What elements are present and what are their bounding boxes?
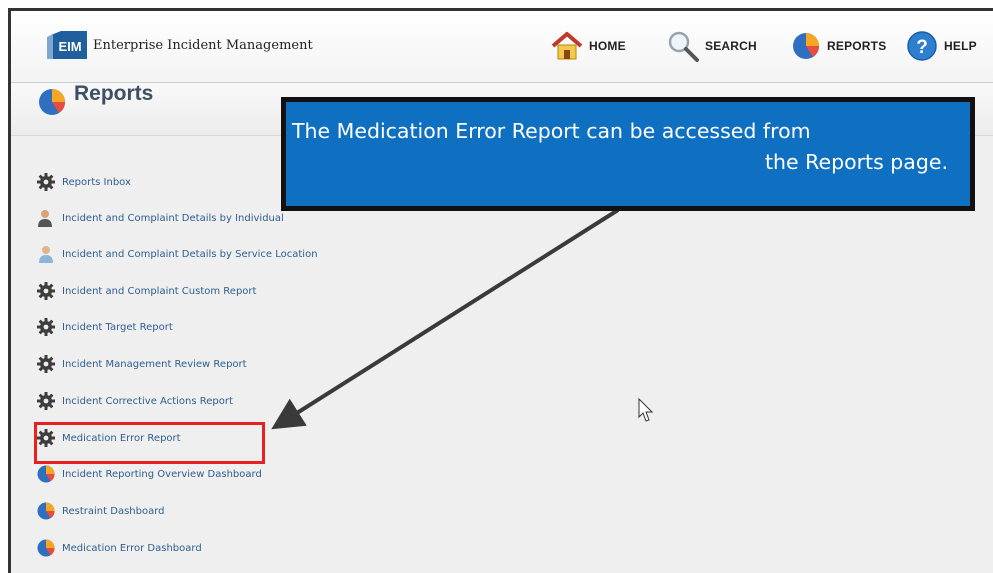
nav-reports-label: REPORTS <box>827 39 887 53</box>
nav-search-label: SEARCH <box>705 39 757 53</box>
report-link[interactable]: Incident and Complaint Details by Servic… <box>36 243 318 265</box>
callout-line-2: the Reports page. <box>764 150 948 174</box>
pie-chart-icon <box>793 33 820 59</box>
nav-home-label: HOME <box>589 39 626 53</box>
logo-text: EIM <box>58 39 81 54</box>
top-bar: EIM Enterprise Incident Management HOME … <box>11 11 993 83</box>
person-icon <box>36 208 56 228</box>
home-icon <box>551 32 583 60</box>
report-link[interactable]: Incident Management Review Report <box>36 353 247 375</box>
callout-line-1: The Medication Error Report can be acces… <box>292 119 811 143</box>
gear-icon <box>36 281 56 301</box>
nav-home[interactable]: HOME <box>551 29 626 63</box>
report-link[interactable]: Restraint Dashboard <box>36 500 165 522</box>
nav-help-label: HELP <box>944 39 977 53</box>
gear-icon <box>36 428 56 448</box>
report-link-label: Incident Management Review Report <box>62 358 247 370</box>
report-link-label: Incident Reporting Overview Dashboard <box>62 468 262 480</box>
gear-icon <box>36 391 56 411</box>
report-link-label: Restraint Dashboard <box>62 505 165 517</box>
pie-chart-icon <box>36 501 56 521</box>
report-link-label: Reports Inbox <box>62 176 131 188</box>
instruction-callout: The Medication Error Report can be acces… <box>281 97 975 211</box>
report-link[interactable]: Incident and Complaint Details by Indivi… <box>36 207 284 229</box>
report-link-label: Medication Error Dashboard <box>62 542 202 554</box>
report-link[interactable]: Incident Corrective Actions Report <box>36 390 233 412</box>
report-link-label: Incident and Complaint Details by Indivi… <box>62 212 284 224</box>
report-link[interactable]: Medication Error Dashboard <box>36 537 202 559</box>
report-link[interactable]: Incident Target Report <box>36 316 173 338</box>
report-link-label: Medication Error Report <box>62 432 181 444</box>
report-link-label: Incident Corrective Actions Report <box>62 395 233 407</box>
nav-help[interactable]: ? HELP <box>906 29 977 63</box>
report-link-label: Incident Target Report <box>62 321 173 333</box>
search-icon <box>668 31 699 62</box>
help-icon: ? <box>907 31 937 61</box>
page-pie-chart-icon <box>39 89 66 115</box>
gear-icon <box>36 172 56 192</box>
page-title: Reports <box>74 82 154 105</box>
gear-icon <box>36 354 56 374</box>
report-link[interactable]: Incident Reporting Overview Dashboard <box>36 463 262 485</box>
app-title: Enterprise Incident Management <box>93 38 313 53</box>
gear-icon <box>36 317 56 337</box>
report-link[interactable]: Medication Error Report <box>36 427 181 449</box>
report-link[interactable]: Incident and Complaint Custom Report <box>36 280 256 302</box>
svg-text:?: ? <box>916 37 928 58</box>
report-link-label: Incident and Complaint Details by Servic… <box>62 248 318 260</box>
eim-logo: EIM <box>47 31 87 59</box>
nav-search[interactable]: SEARCH <box>667 29 757 63</box>
pie-chart-icon <box>36 538 56 558</box>
report-link-label: Incident and Complaint Custom Report <box>62 285 257 297</box>
location-person-icon <box>36 244 56 264</box>
pie-chart-icon <box>36 464 56 484</box>
mouse-cursor-icon <box>638 398 654 422</box>
nav-reports[interactable]: REPORTS <box>791 29 886 63</box>
report-link[interactable]: Reports Inbox <box>36 171 131 193</box>
